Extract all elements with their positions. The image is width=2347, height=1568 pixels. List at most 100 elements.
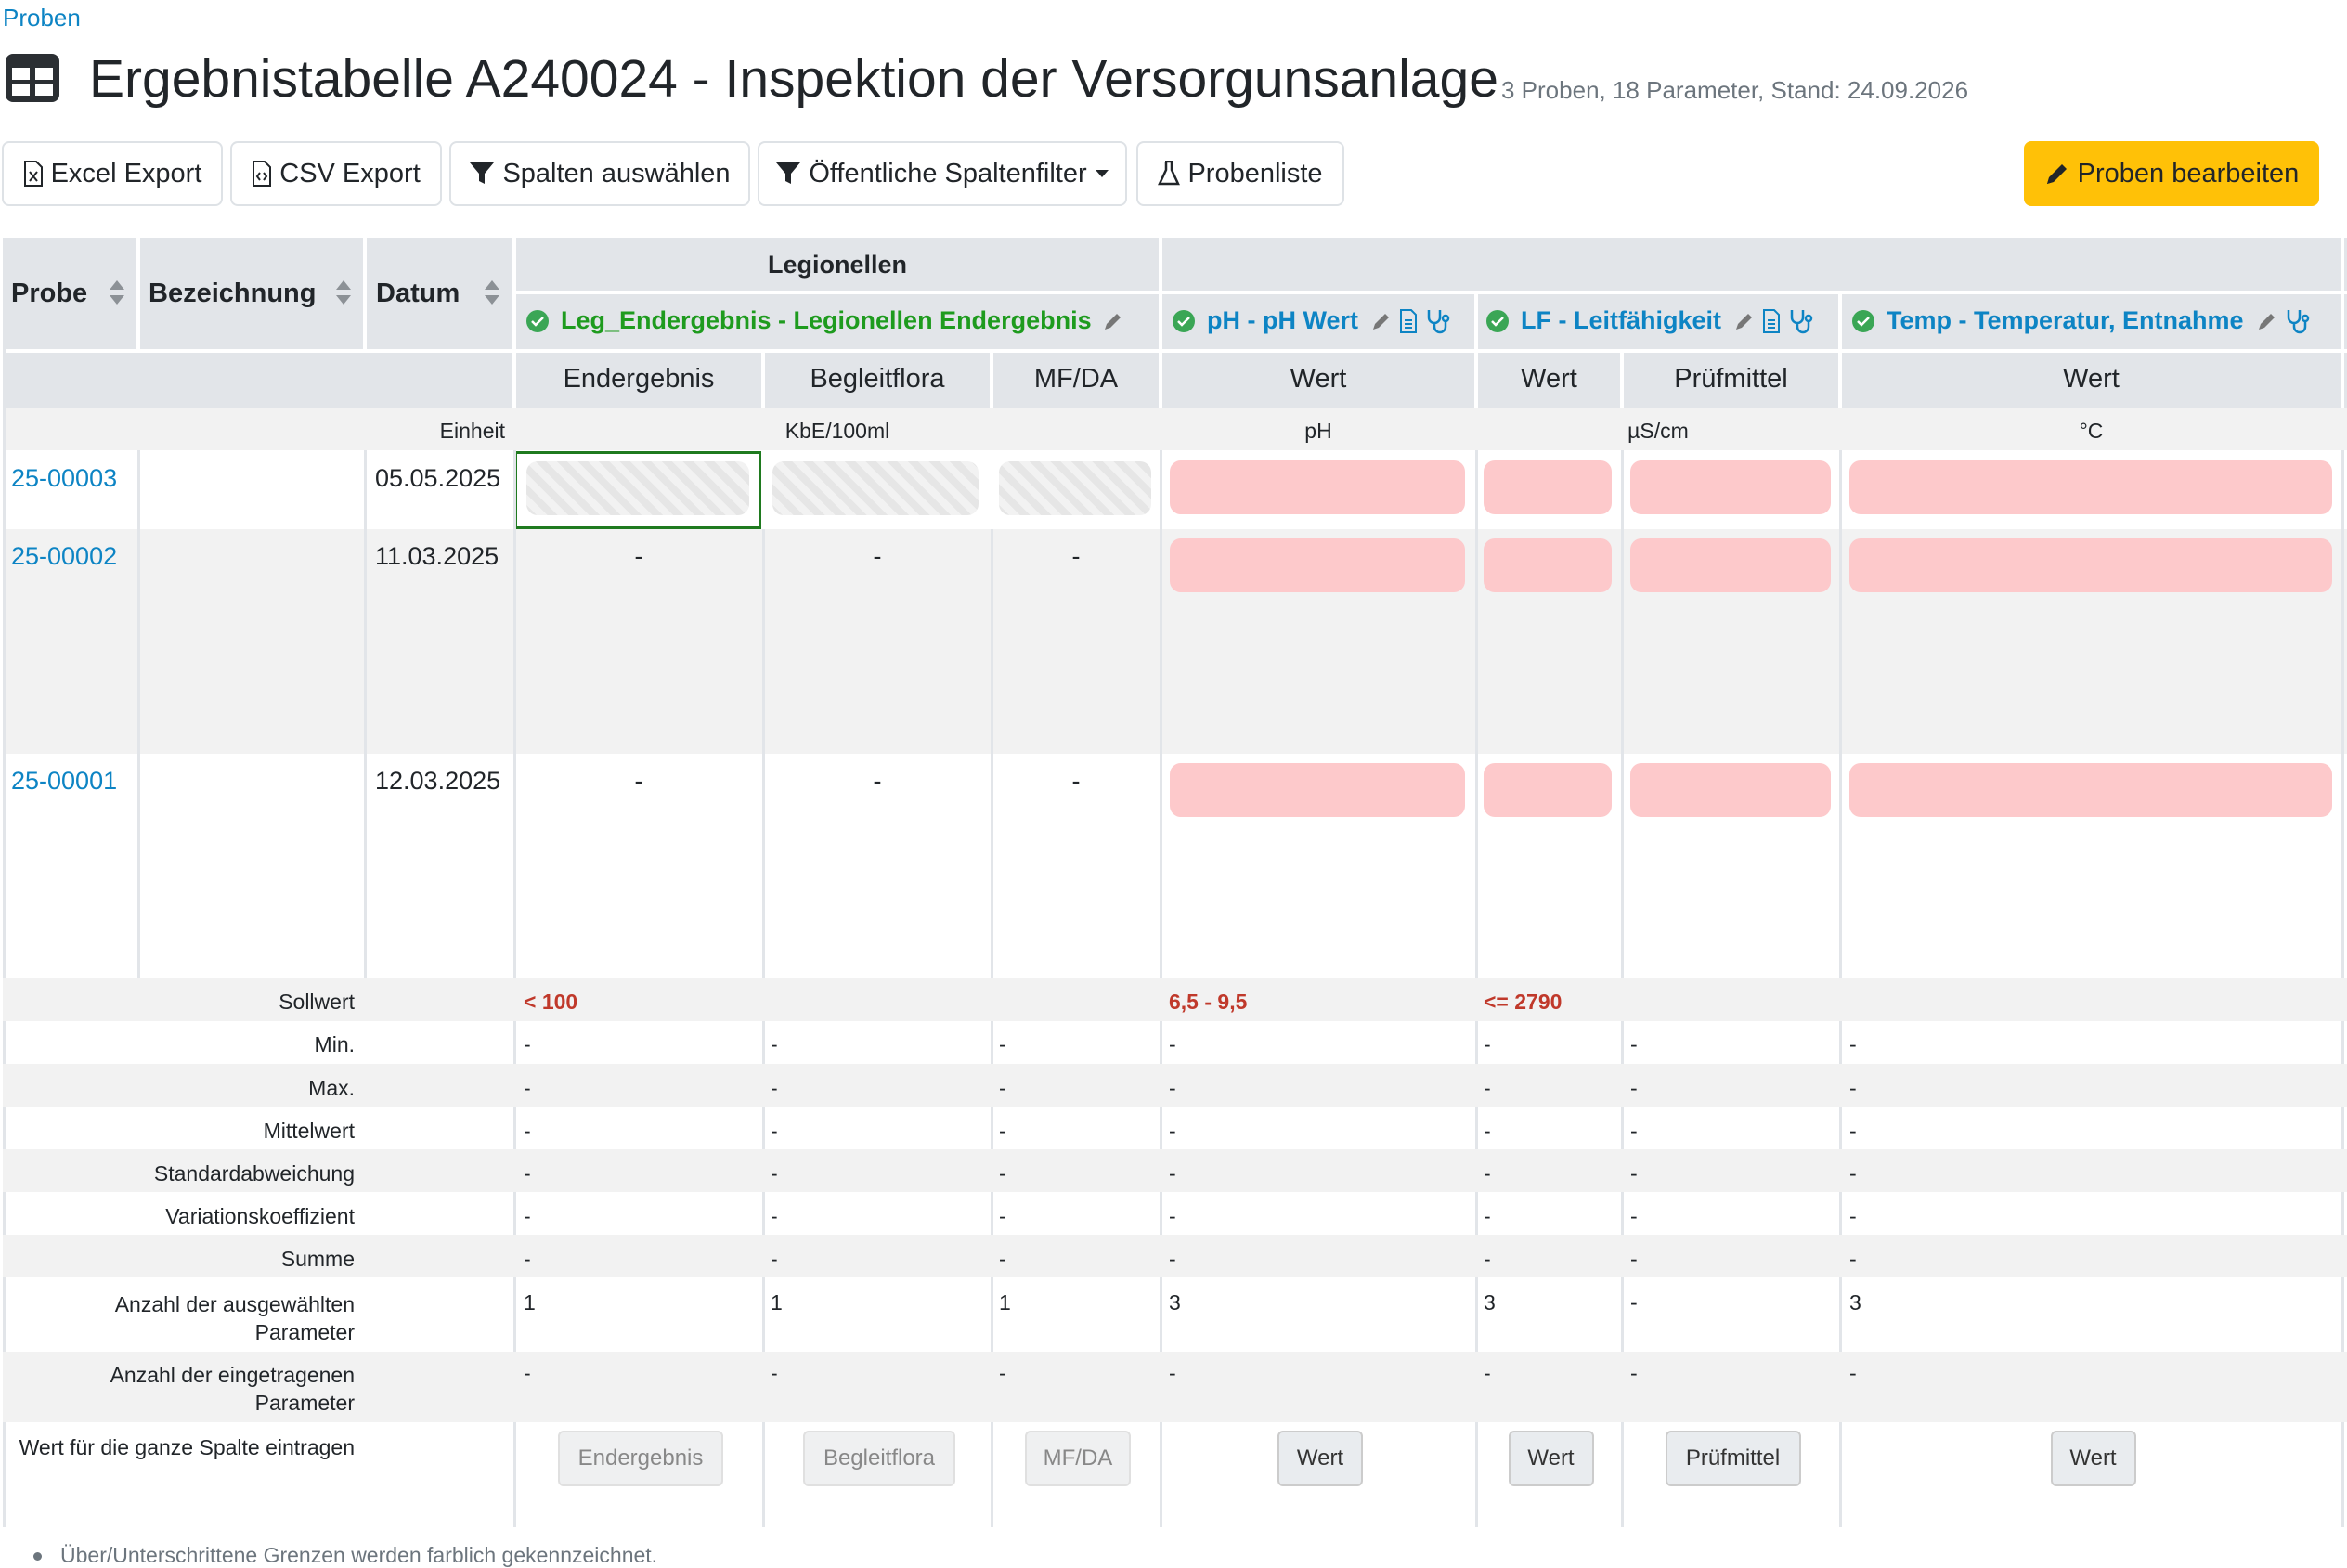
stat-value-lf-pruefmittel: - — [1630, 1076, 1638, 1100]
anzahl_eingetragen-value-ph-wert: - — [1169, 1361, 1176, 1385]
param-link-leg[interactable]: Leg_Endergebnis - Legionellen Endergebni… — [561, 306, 1092, 335]
anzahl-eingetragen-label: Anzahl der eingetragenen Parameter — [110, 1363, 355, 1415]
csv-export-label: CSV Export — [279, 158, 421, 188]
caret-down-icon — [1095, 170, 1109, 177]
sample-list-label: Probenliste — [1187, 158, 1323, 188]
param-header-ph: pH - pH Wert — [1172, 306, 1451, 335]
stat-value-endergebnis: - — [524, 1161, 531, 1186]
csv-export-button[interactable]: CSV Export — [230, 141, 442, 206]
stat-value-lf-wert: - — [1484, 1076, 1491, 1100]
stat-value-lf-wert: - — [1484, 1032, 1491, 1056]
public-column-filter-dropdown[interactable]: Öffentliche Spaltenfilter — [758, 141, 1127, 206]
column-datum[interactable]: Datum — [376, 279, 460, 309]
input-ph-wert[interactable] — [1170, 538, 1465, 592]
param-header-temp: Temp - Temperatur, Entnahme — [1851, 306, 2311, 335]
sample-list-button[interactable]: Probenliste — [1136, 141, 1344, 206]
stat-value-lf-pruefmittel: - — [1630, 1161, 1638, 1186]
input-mfda[interactable] — [999, 461, 1151, 515]
input-lf-wert[interactable] — [1484, 763, 1612, 817]
stat-value-begleitflora: - — [771, 1076, 778, 1100]
stat-value-endergebnis: - — [524, 1119, 531, 1143]
stat-value-lf-wert: - — [1484, 1204, 1491, 1228]
anzahl_ausgewaehlt-value-temp-wert: 3 — [1849, 1290, 1861, 1315]
param-link-lf[interactable]: LF - Leitfähigkeit — [1521, 306, 1721, 335]
stat-value-lf-pruefmittel: - — [1630, 1204, 1638, 1228]
breadcrumb-proben[interactable]: Proben — [3, 4, 81, 32]
excel-export-button[interactable]: Excel Export — [2, 141, 223, 206]
unit-ph: pH — [1304, 419, 1332, 443]
pencil-icon[interactable] — [2257, 311, 2277, 331]
value-begleitflora: - — [873, 767, 882, 795]
input-ph-wert[interactable] — [1170, 460, 1465, 514]
subcol-ph-wert: Wert — [1290, 364, 1347, 394]
stat-value-begleitflora: - — [771, 1247, 778, 1271]
fill-column-button-lf-wert[interactable]: Wert — [1508, 1431, 1594, 1486]
unit-label: Einheit — [439, 419, 505, 443]
input-ph-wert[interactable] — [1170, 763, 1465, 817]
anzahl_ausgewaehlt-value-lf-wert: 3 — [1484, 1290, 1496, 1315]
datum-cell: 05.05.2025 — [375, 464, 501, 492]
fill-column-button-endergebnis[interactable]: Endergebnis — [558, 1431, 723, 1486]
stat-value-lf-wert: - — [1484, 1247, 1491, 1271]
input-lf-wert[interactable] — [1484, 538, 1612, 592]
input-begleitflora[interactable] — [772, 461, 979, 515]
stethoscope-icon[interactable] — [1425, 308, 1451, 334]
stat-value-endergebnis: - — [524, 1076, 531, 1100]
input-temp-wert[interactable] — [1849, 763, 2332, 817]
footnote: Über/Unterschrittene Grenzen werden farb… — [33, 1543, 657, 1568]
page-subtitle: 3 Proben, 18 Parameter, Stand: 24.09.202… — [1501, 76, 1969, 104]
fill-column-button-begleitflora[interactable]: Begleitflora — [803, 1431, 955, 1486]
probe-link[interactable]: 25-00002 — [11, 542, 117, 571]
filter-icon — [776, 162, 801, 184]
input-lf-pruefmittel[interactable] — [1630, 538, 1831, 592]
fill-column-button-lf-pruefmittel[interactable]: Prüfmittel — [1665, 1431, 1801, 1486]
stethoscope-icon[interactable] — [1788, 308, 1814, 334]
fill-column-button-temp-wert[interactable]: Wert — [2050, 1431, 2136, 1486]
anzahl_ausgewaehlt-value-endergebnis: 1 — [524, 1290, 536, 1315]
input-temp-wert[interactable] — [1849, 538, 2332, 592]
input-lf-wert[interactable] — [1484, 460, 1612, 514]
stat-value-begleitflora: - — [771, 1204, 778, 1228]
column-bezeichnung[interactable]: Bezeichnung — [149, 279, 316, 309]
param-link-ph[interactable]: pH - pH Wert — [1207, 306, 1358, 335]
file-text-icon[interactable] — [1762, 308, 1781, 333]
fill-column-label: Wert für die ganze Spalte eintragen — [19, 1435, 355, 1459]
column-probe[interactable]: Probe — [11, 279, 87, 309]
sollwert-lf: <= 2790 — [1484, 990, 1563, 1014]
input-temp-wert[interactable] — [1849, 460, 2332, 514]
group-legionellen: Legionellen — [767, 251, 908, 279]
pencil-icon[interactable] — [1734, 311, 1755, 331]
sort-icon[interactable] — [335, 279, 352, 306]
sollwert-label: Sollwert — [279, 990, 355, 1014]
pencil-icon[interactable] — [1371, 311, 1392, 331]
check-circle-icon — [1486, 309, 1509, 332]
sort-icon[interactable] — [484, 279, 500, 306]
file-text-icon[interactable] — [1399, 308, 1418, 333]
param-link-temp[interactable]: Temp - Temperatur, Entnahme — [1887, 306, 2244, 335]
stethoscope-icon[interactable] — [2285, 308, 2311, 334]
stat-value-endergebnis: - — [524, 1204, 531, 1228]
stat-value-lf-pruefmittel: - — [1630, 1032, 1638, 1056]
sollwert-leg: < 100 — [524, 990, 578, 1014]
anzahl_ausgewaehlt-value-lf-pruefmittel: - — [1630, 1290, 1638, 1315]
check-circle-icon — [1852, 309, 1874, 332]
input-endergebnis[interactable] — [526, 461, 749, 515]
stat-label: Standardabweichung — [153, 1161, 355, 1186]
anzahl-ausgewaehlt-label: Anzahl der ausgewählten Parameter — [114, 1292, 355, 1344]
input-lf-pruefmittel[interactable] — [1630, 460, 1831, 514]
bullet-icon — [33, 1552, 42, 1562]
fill-column-button-mfda[interactable]: MF/DA — [1025, 1431, 1131, 1486]
anzahl_eingetragen-value-mfda: - — [999, 1361, 1006, 1385]
probe-link[interactable]: 25-00003 — [11, 464, 117, 493]
check-circle-icon — [1173, 309, 1195, 332]
columns-select-button[interactable]: Spalten auswählen — [449, 141, 750, 206]
edit-samples-button[interactable]: Proben bearbeiten — [2024, 141, 2319, 206]
stat-label: Max. — [308, 1076, 355, 1100]
fill-column-button-ph-wert[interactable]: Wert — [1277, 1431, 1363, 1486]
subcol-endergebnis: Endergebnis — [563, 364, 715, 394]
input-lf-pruefmittel[interactable] — [1630, 763, 1831, 817]
unit-lf: µS/cm — [1627, 419, 1689, 443]
probe-link[interactable]: 25-00001 — [11, 767, 117, 796]
sort-icon[interactable] — [109, 279, 125, 306]
pencil-icon[interactable] — [1103, 311, 1123, 331]
